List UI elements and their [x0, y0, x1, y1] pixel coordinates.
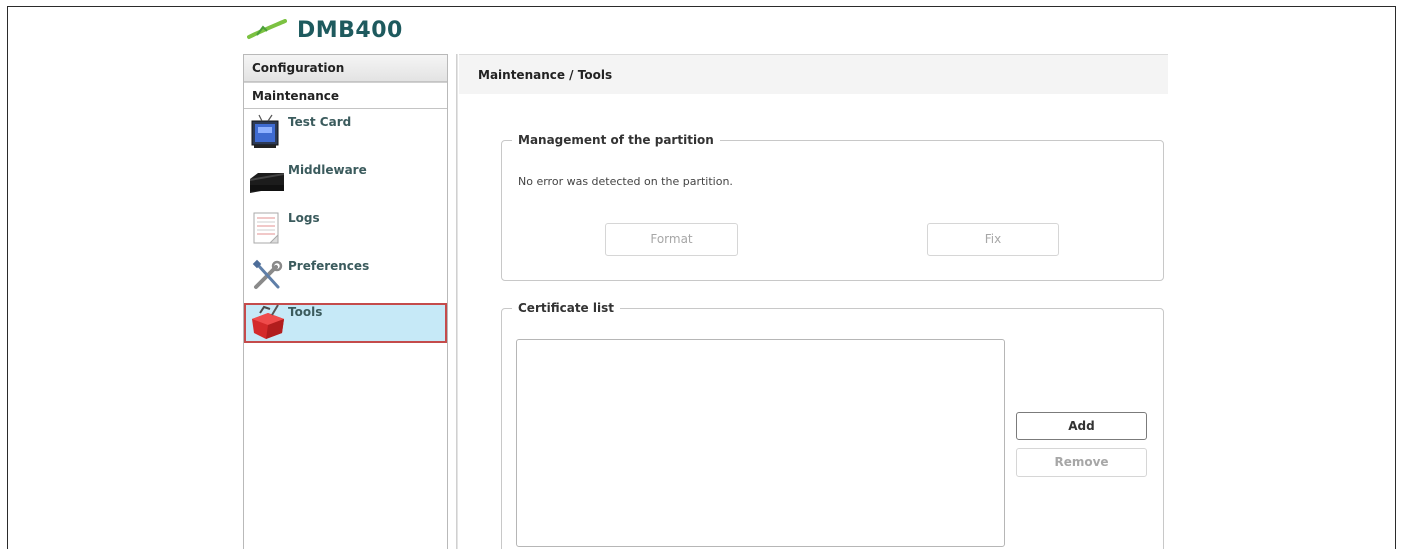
sidebar-section-configuration[interactable]: Configuration: [244, 55, 447, 82]
fix-button[interactable]: Fix: [927, 223, 1059, 256]
sidebar-item-middleware[interactable]: Middleware: [244, 157, 447, 205]
tv-icon: [251, 114, 279, 148]
brand-swoosh-icon: [247, 19, 287, 39]
remove-certificate-button[interactable]: Remove: [1016, 448, 1147, 477]
toolbox-icon: [252, 304, 284, 339]
sidebar-item-logs[interactable]: Logs: [244, 205, 447, 253]
partition-legend: Management of the partition: [518, 133, 714, 147]
sidebar-item-label: Test Card: [288, 115, 352, 129]
log-document-icon: [253, 212, 279, 244]
breadcrumb: Maintenance / Tools: [459, 54, 1168, 94]
sidebar-item-label: Preferences: [288, 259, 370, 273]
app-logo: DMB400: [247, 14, 403, 46]
sidebar-section-maintenance[interactable]: Maintenance: [244, 82, 447, 109]
sidebar-item-label: Tools: [288, 305, 323, 319]
main-panel: Maintenance / Tools Management of the pa…: [459, 54, 1168, 549]
certificate-list-group: Certificate list Add Remove: [501, 301, 1164, 549]
tools-wrench-icon: [252, 259, 283, 289]
set-top-box-icon: [250, 173, 284, 193]
certificate-listbox[interactable]: [516, 339, 1005, 547]
sidebar-item-tools[interactable]: Tools: [244, 303, 447, 343]
sidebar-item-preferences[interactable]: Preferences: [244, 253, 447, 301]
partition-status-text: No error was detected on the partition.: [518, 175, 733, 188]
format-button[interactable]: Format: [605, 223, 738, 256]
add-certificate-button[interactable]: Add: [1016, 412, 1147, 440]
panel-divider[interactable]: [456, 54, 458, 549]
app-title: DMB400: [297, 17, 403, 43]
sidebar-item-label: Logs: [288, 211, 320, 225]
sidebar-item-label: Middleware: [288, 163, 367, 177]
sidebar-item-test-card[interactable]: Test Card: [244, 109, 447, 157]
partition-management-group: Management of the partition No error was…: [501, 133, 1164, 281]
sidebar: Configuration Maintenance Test Card Midd…: [243, 54, 448, 549]
certificate-legend: Certificate list: [518, 301, 614, 315]
